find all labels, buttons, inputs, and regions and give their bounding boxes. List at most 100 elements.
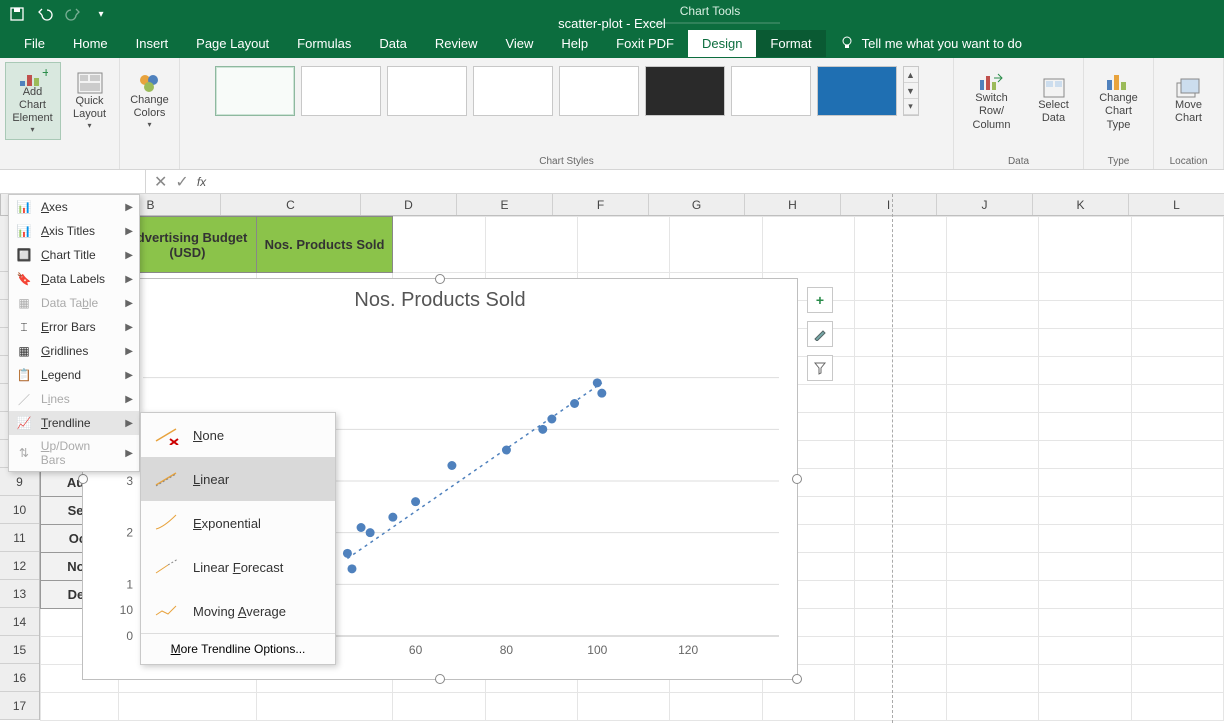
cell-K15[interactable]: [1039, 637, 1131, 665]
change-chart-type-button[interactable]: Change Chart Type: [1089, 62, 1149, 140]
cell-L6[interactable]: [1131, 385, 1223, 413]
cell-L8[interactable]: [1131, 441, 1223, 469]
menu-file[interactable]: File: [10, 30, 59, 57]
cell-J9[interactable]: [947, 469, 1039, 497]
change-colors-button[interactable]: Change Colors ▾: [125, 62, 175, 140]
row-header-17[interactable]: 17: [0, 692, 39, 720]
cell-J17[interactable]: [947, 693, 1039, 721]
cell-K14[interactable]: [1039, 609, 1131, 637]
cell-K6[interactable]: [1039, 385, 1131, 413]
cell-I1[interactable]: [854, 217, 946, 273]
trendline-exponential[interactable]: Exponential: [141, 501, 335, 545]
cell-L10[interactable]: [1131, 497, 1223, 525]
menu-insert[interactable]: Insert: [122, 30, 183, 57]
chart-style-4[interactable]: [473, 66, 553, 116]
cell-K9[interactable]: [1039, 469, 1131, 497]
cell-J1[interactable]: [947, 217, 1039, 273]
chart-handle-n[interactable]: [435, 274, 445, 284]
chart-style-3[interactable]: [387, 66, 467, 116]
cell-J5[interactable]: [947, 357, 1039, 385]
cell-I3[interactable]: [854, 301, 946, 329]
col-header-C[interactable]: C: [221, 194, 361, 215]
cell-B17[interactable]: [119, 693, 257, 721]
cell-L1[interactable]: [1131, 217, 1223, 273]
cell-K11[interactable]: [1039, 525, 1131, 553]
col-header-H[interactable]: H: [745, 194, 841, 215]
menu-foxit[interactable]: Foxit PDF: [602, 30, 688, 57]
chart-title[interactable]: Nos. Products Sold: [83, 279, 797, 316]
cell-L16[interactable]: [1131, 665, 1223, 693]
chart-style-5[interactable]: [559, 66, 639, 116]
chart-style-1[interactable]: [215, 66, 295, 116]
menu-home[interactable]: Home: [59, 30, 122, 57]
cell-A17[interactable]: [41, 693, 119, 721]
row-header-14[interactable]: 14: [0, 608, 39, 636]
add-chart-element-button[interactable]: + Add Chart Element ▾: [5, 62, 61, 140]
menu-data-labels[interactable]: 🔖Data Labels▶: [9, 267, 139, 291]
cell-J2[interactable]: [947, 273, 1039, 301]
cell-C17[interactable]: [256, 693, 393, 721]
move-chart-button[interactable]: Move Chart: [1159, 62, 1219, 140]
menu-page-layout[interactable]: Page Layout: [182, 30, 283, 57]
menu-formulas[interactable]: Formulas: [283, 30, 365, 57]
cell-I14[interactable]: [854, 609, 946, 637]
cell-I12[interactable]: [854, 553, 946, 581]
cell-L7[interactable]: [1131, 413, 1223, 441]
menu-gridlines[interactable]: ▦Gridlines▶: [9, 339, 139, 363]
row-header-11[interactable]: 11: [0, 524, 39, 552]
chart-handle-se[interactable]: [792, 674, 802, 684]
cell-J8[interactable]: [947, 441, 1039, 469]
save-icon[interactable]: [8, 5, 26, 23]
trendline-moving-average[interactable]: Moving Average: [141, 589, 335, 633]
cell-K12[interactable]: [1039, 553, 1131, 581]
menu-help[interactable]: Help: [547, 30, 602, 57]
chart-handle-e[interactable]: [792, 474, 802, 484]
cell-K7[interactable]: [1039, 413, 1131, 441]
cell-H1[interactable]: [762, 217, 854, 273]
chart-style-8[interactable]: [817, 66, 897, 116]
select-data-button[interactable]: Select Data: [1029, 62, 1079, 140]
row-header-15[interactable]: 15: [0, 636, 39, 664]
menu-review[interactable]: Review: [421, 30, 492, 57]
menu-axis-titles[interactable]: 📊Axis Titles▶: [9, 219, 139, 243]
cell-H17[interactable]: [762, 693, 854, 721]
cell-J14[interactable]: [947, 609, 1039, 637]
switch-row-column-button[interactable]: Switch Row/ Column: [959, 62, 1025, 140]
cell-I5[interactable]: [854, 357, 946, 385]
col-header-J[interactable]: J: [937, 194, 1033, 215]
cell-K10[interactable]: [1039, 497, 1131, 525]
cell-J12[interactable]: [947, 553, 1039, 581]
chart-style-6[interactable]: [645, 66, 725, 116]
menu-format[interactable]: Format: [756, 30, 825, 57]
col-header-F[interactable]: F: [553, 194, 649, 215]
cell-J4[interactable]: [947, 329, 1039, 357]
cell-L9[interactable]: [1131, 469, 1223, 497]
row-header-16[interactable]: 16: [0, 664, 39, 692]
cell-I16[interactable]: [854, 665, 946, 693]
menu-trendline[interactable]: 📈Trendline▶: [9, 411, 139, 435]
menu-legend[interactable]: 📋Legend▶: [9, 363, 139, 387]
cell-K17[interactable]: [1039, 693, 1131, 721]
chart-filter-button[interactable]: [807, 355, 833, 381]
cell-J3[interactable]: [947, 301, 1039, 329]
cell-L3[interactable]: [1131, 301, 1223, 329]
quick-layout-button[interactable]: Quick Layout ▾: [65, 62, 115, 140]
cell-K1[interactable]: [1039, 217, 1131, 273]
cell-I11[interactable]: [854, 525, 946, 553]
cell-L15[interactable]: [1131, 637, 1223, 665]
chart-style-7[interactable]: [731, 66, 811, 116]
cell-J15[interactable]: [947, 637, 1039, 665]
cell-J10[interactable]: [947, 497, 1039, 525]
cell-I10[interactable]: [854, 497, 946, 525]
redo-icon[interactable]: [64, 5, 82, 23]
row-header-10[interactable]: 10: [0, 496, 39, 524]
row-header-12[interactable]: 12: [0, 552, 39, 580]
cell-I6[interactable]: [854, 385, 946, 413]
styles-spinner[interactable]: ▲▼▾: [903, 66, 919, 116]
cell-I9[interactable]: [854, 469, 946, 497]
cell-J7[interactable]: [947, 413, 1039, 441]
cell-I15[interactable]: [854, 637, 946, 665]
cell-K8[interactable]: [1039, 441, 1131, 469]
col-header-E[interactable]: E: [457, 194, 553, 215]
cell-J11[interactable]: [947, 525, 1039, 553]
